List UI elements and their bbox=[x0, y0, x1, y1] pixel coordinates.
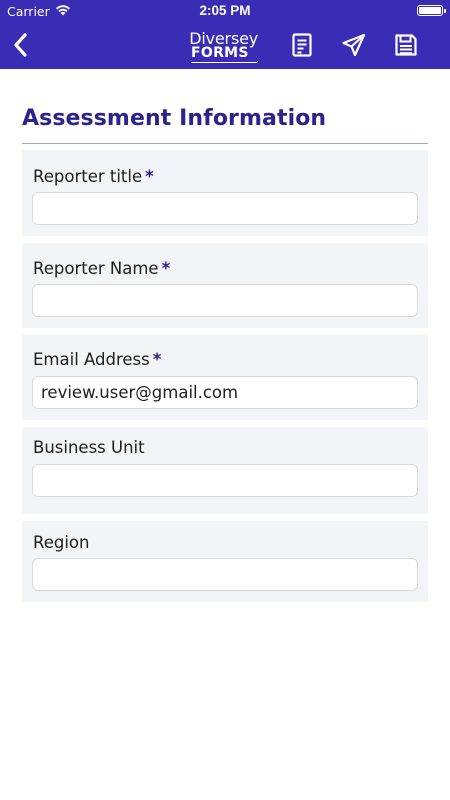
section-divider bbox=[22, 143, 428, 144]
field-label: Business Unit bbox=[33, 438, 145, 457]
field-business-unit: Business Unit bbox=[22, 427, 428, 514]
save-icon bbox=[395, 34, 417, 56]
nav-bar: Diversey FORMS bbox=[0, 22, 450, 69]
field-label: Reporter Name * bbox=[33, 259, 171, 278]
battery-icon bbox=[417, 5, 446, 16]
document-icon bbox=[292, 33, 312, 57]
field-reporter-name: Reporter Name * bbox=[22, 243, 428, 328]
region-input[interactable] bbox=[32, 558, 418, 591]
back-button[interactable] bbox=[8, 30, 36, 60]
diversey-forms-logo: Diversey FORMS bbox=[189, 29, 260, 63]
app-header: Carrier 2:05 PM Diversey FORMS bbox=[0, 0, 450, 69]
logo-text-forms: FORMS bbox=[191, 45, 249, 61]
field-label: Email Address * bbox=[33, 350, 162, 369]
send-icon bbox=[342, 33, 366, 57]
field-label: Region bbox=[33, 533, 90, 552]
business-unit-input[interactable] bbox=[32, 464, 418, 497]
email-address-input[interactable]: review.user@gmail.com bbox=[32, 376, 418, 409]
send-button[interactable] bbox=[341, 32, 367, 58]
status-time: 2:05 PM bbox=[199, 3, 251, 18]
document-button[interactable] bbox=[289, 32, 315, 58]
field-region: Region bbox=[22, 521, 428, 602]
status-bar: Carrier 2:05 PM bbox=[0, 0, 450, 22]
reporter-name-input[interactable] bbox=[32, 284, 418, 317]
back-chevron-icon bbox=[14, 33, 27, 57]
save-button[interactable] bbox=[393, 32, 419, 58]
required-marker: * bbox=[161, 259, 171, 278]
reporter-title-input[interactable] bbox=[32, 192, 418, 225]
required-marker: * bbox=[145, 167, 154, 186]
field-reporter-title: Reporter title * bbox=[22, 150, 428, 236]
required-marker: * bbox=[152, 350, 162, 369]
section-title: Assessment Information bbox=[22, 106, 327, 131]
field-email-address: Email Address * review.user@gmail.com bbox=[22, 335, 428, 420]
field-label: Reporter title * bbox=[33, 167, 154, 186]
